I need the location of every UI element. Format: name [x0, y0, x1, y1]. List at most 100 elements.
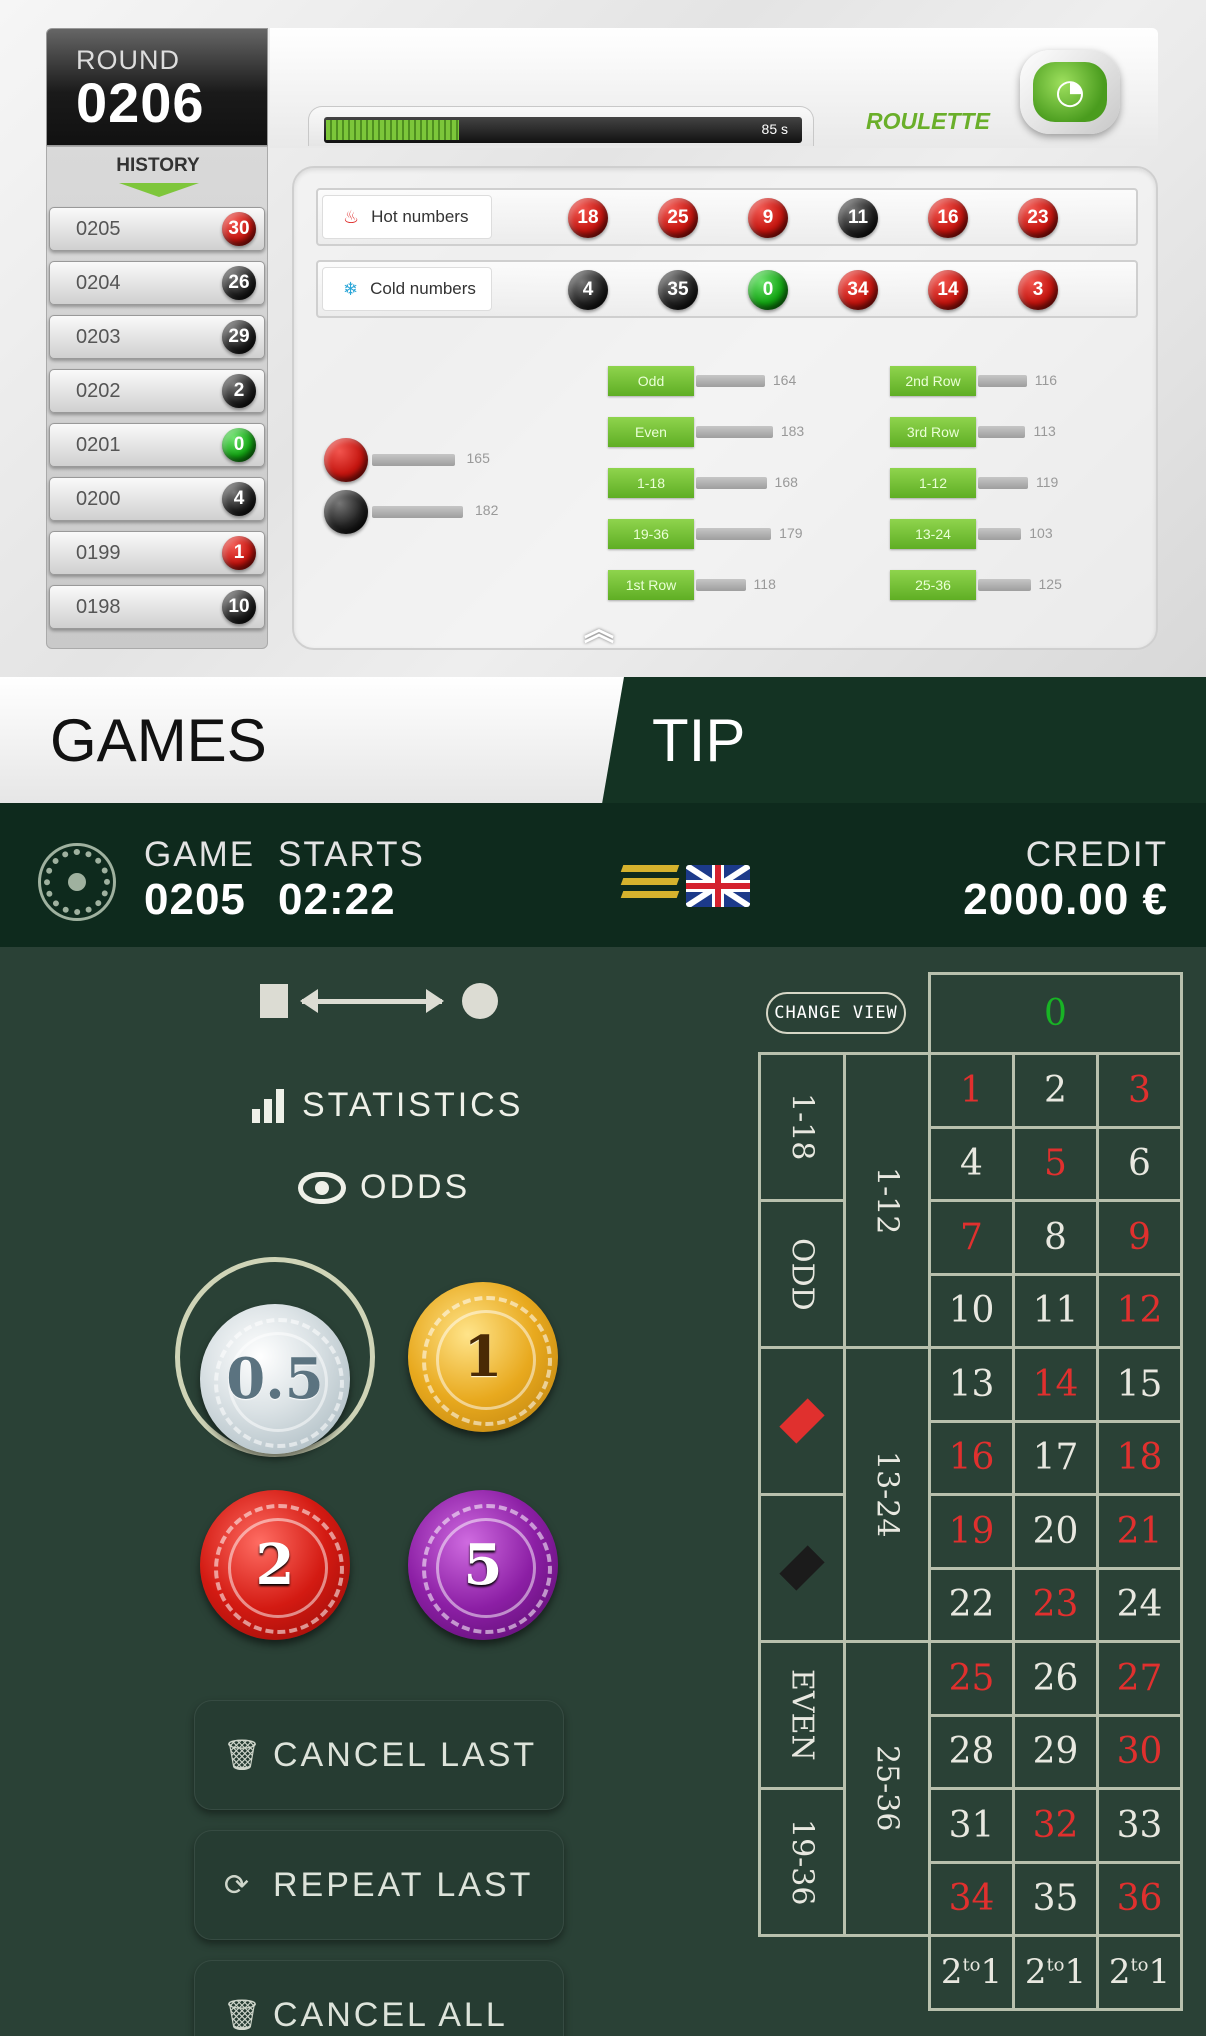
number-cell-21[interactable]: 21: [1096, 1493, 1183, 1570]
column-bet-cell[interactable]: 2to1: [928, 1934, 1015, 2011]
black-stat-value: 182: [475, 502, 499, 518]
outside-red[interactable]: [758, 1346, 846, 1496]
history-round: 0199: [76, 542, 121, 564]
bet-stat-bar: [978, 477, 1028, 489]
number-cell-34[interactable]: 34: [928, 1860, 1015, 1937]
number-cell-36[interactable]: 36: [1096, 1860, 1183, 1937]
black-ball-icon: [324, 490, 368, 534]
red-stat-bar: [372, 454, 455, 466]
statistics-label: STATISTICS: [302, 1086, 524, 1124]
history-result-ball: 4: [222, 482, 256, 516]
chip-1[interactable]: 1: [408, 1282, 558, 1432]
number-cell-1[interactable]: 1: [928, 1052, 1015, 1129]
number-cell-17[interactable]: 17: [1012, 1419, 1099, 1496]
roulette-logo-icon: ◔: [1020, 50, 1120, 134]
history-round: 0205: [76, 218, 121, 240]
number-cell-18[interactable]: 18: [1096, 1419, 1183, 1496]
dozen-25-36[interactable]: 25-36: [843, 1640, 931, 1937]
bet-stat-value: 183: [780, 423, 805, 439]
history-row[interactable]: 0204 26: [49, 261, 265, 305]
number-cell-33[interactable]: 33: [1096, 1787, 1183, 1864]
bet-stat-value: 118: [753, 576, 776, 592]
history-row[interactable]: 0203 29: [49, 315, 265, 359]
number-cell-16[interactable]: 16: [928, 1419, 1015, 1496]
uk-flag-icon[interactable]: [686, 865, 750, 907]
history-row[interactable]: 0198 10: [49, 585, 265, 629]
number-cell-27[interactable]: 27: [1096, 1640, 1183, 1717]
bet-stat-bar: [696, 426, 773, 438]
number-cell-0[interactable]: 0: [928, 972, 1183, 1055]
repeat-last-button[interactable]: ⟳ REPEAT LAST: [194, 1830, 564, 1940]
number-cell-31[interactable]: 31: [928, 1787, 1015, 1864]
outside-odd[interactable]: ODD: [758, 1199, 846, 1349]
number-cell-35[interactable]: 35: [1012, 1860, 1099, 1937]
cold-numbers-tag: ❄ Cold numbers: [322, 267, 492, 311]
history-row[interactable]: 0200 4: [49, 477, 265, 521]
chip-2[interactable]: 2: [200, 1490, 350, 1640]
menu-icon[interactable]: [620, 865, 680, 901]
number-cell-4[interactable]: 4: [928, 1125, 1015, 1202]
cold-number-ball: 34: [838, 270, 878, 310]
collapse-up-icon[interactable]: ︽: [584, 616, 614, 646]
bet-stat-value: 103: [1029, 525, 1053, 541]
number-cell-14[interactable]: 14: [1012, 1346, 1099, 1423]
column-bet-cell[interactable]: 2to1: [1096, 1934, 1183, 2011]
round-timer: 85 s: [308, 106, 814, 146]
red-stat-value: 165: [466, 450, 490, 466]
repeat-last-label: REPEAT LAST: [273, 1865, 534, 1904]
chip-0-5[interactable]: 0.5: [200, 1304, 350, 1454]
outside-high[interactable]: 19-36: [758, 1787, 846, 1937]
hot-number-ball: 16: [928, 198, 968, 238]
outside-black[interactable]: [758, 1493, 846, 1643]
number-cell-20[interactable]: 20: [1012, 1493, 1099, 1570]
number-cell-15[interactable]: 15: [1096, 1346, 1183, 1423]
bet-stat-label: Even: [608, 417, 694, 447]
number-cell-7[interactable]: 7: [928, 1199, 1015, 1276]
tab-games[interactable]: GAMES: [0, 677, 624, 803]
number-cell-3[interactable]: 3: [1096, 1052, 1183, 1129]
odds-link[interactable]: ODDS: [298, 1168, 470, 1207]
number-cell-6[interactable]: 6: [1096, 1125, 1183, 1202]
round-number: 0206: [76, 71, 205, 134]
bet-stat-bar: [696, 528, 772, 540]
history-result-ball: 0: [222, 428, 256, 462]
number-cell-10[interactable]: 10: [928, 1272, 1015, 1349]
layout-toggle-icon[interactable]: [258, 981, 502, 1021]
cancel-last-button[interactable]: 🗑 CANCEL LAST: [194, 1700, 564, 1810]
number-cell-29[interactable]: 29: [1012, 1713, 1099, 1790]
tab-tip[interactable]: TIP: [652, 677, 745, 803]
number-cell-2[interactable]: 2: [1012, 1052, 1099, 1129]
game-title: ROULETTE: [866, 108, 990, 134]
number-cell-12[interactable]: 12: [1096, 1272, 1183, 1349]
column-bet-cell[interactable]: 2to1: [1012, 1934, 1099, 2011]
cancel-all-button[interactable]: 🗑 CANCEL ALL: [194, 1960, 564, 2036]
number-cell-25[interactable]: 25: [928, 1640, 1015, 1717]
number-cell-8[interactable]: 8: [1012, 1199, 1099, 1276]
number-cell-11[interactable]: 11: [1012, 1272, 1099, 1349]
chevron-down-icon: [119, 183, 199, 197]
history-result-ball: 10: [222, 590, 256, 624]
number-cell-30[interactable]: 30: [1096, 1713, 1183, 1790]
outside-low[interactable]: 1-18: [758, 1052, 846, 1202]
number-cell-26[interactable]: 26: [1012, 1640, 1099, 1717]
outside-even[interactable]: EVEN: [758, 1640, 846, 1790]
number-cell-28[interactable]: 28: [928, 1713, 1015, 1790]
number-cell-9[interactable]: 9: [1096, 1199, 1183, 1276]
number-cell-23[interactable]: 23: [1012, 1566, 1099, 1643]
number-cell-32[interactable]: 32: [1012, 1787, 1099, 1864]
history-row[interactable]: 0201 0: [49, 423, 265, 467]
dozen-13-24[interactable]: 13-24: [843, 1346, 931, 1643]
statistics-link[interactable]: STATISTICS: [252, 1086, 523, 1125]
history-row[interactable]: 0202 2: [49, 369, 265, 413]
history-row[interactable]: 0205 30: [49, 207, 265, 251]
history-round: 0203: [76, 326, 121, 348]
number-cell-13[interactable]: 13: [928, 1346, 1015, 1423]
chip-5[interactable]: 5: [408, 1490, 558, 1640]
history-row[interactable]: 0199 1: [49, 531, 265, 575]
number-cell-5[interactable]: 5: [1012, 1125, 1099, 1202]
statistics-panel: ROUND 0206 HISTORY 0205 30 0204 26 0203 29 020…: [0, 0, 1206, 677]
number-cell-19[interactable]: 19: [928, 1493, 1015, 1570]
dozen-1-12[interactable]: 1-12: [843, 1052, 931, 1349]
number-cell-24[interactable]: 24: [1096, 1566, 1183, 1643]
number-cell-22[interactable]: 22: [928, 1566, 1015, 1643]
